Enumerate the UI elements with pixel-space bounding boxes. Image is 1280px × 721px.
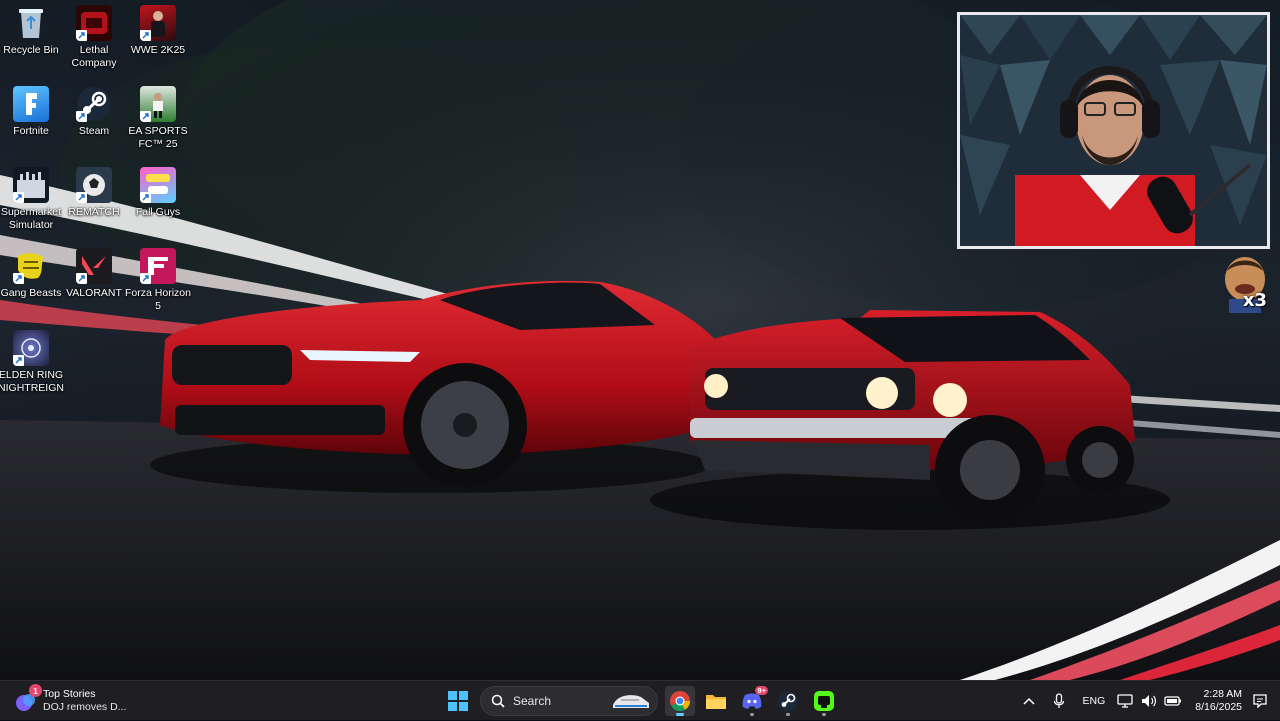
taskbar-center: Search 9+ (440, 685, 842, 717)
taskbar-app-streaming[interactable] (809, 686, 839, 716)
desktop-icon-label: Steam (78, 125, 110, 137)
clock-time: 2:28 AM (1203, 688, 1242, 700)
search-label: Search (513, 694, 552, 708)
notification-badge: 1 (29, 684, 42, 697)
taskbar-app-chrome[interactable] (665, 686, 695, 716)
desktop-icon-label: Supermarket Simulator (0, 206, 62, 231)
shortcut-arrow-icon (76, 30, 87, 41)
taskbar: 1 Top Stories DOJ removes D... Search 9+… (0, 680, 1280, 720)
desktop-icon-label: Fall Guys (135, 206, 181, 218)
discord-badge: 9+ (755, 686, 768, 695)
network-icon (1117, 694, 1133, 708)
volume-button[interactable] (1139, 691, 1159, 711)
battery-button[interactable] (1163, 691, 1183, 711)
gang-beasts-icon (13, 248, 49, 284)
steam-icon (778, 691, 798, 711)
desktop-icon-lethal-company[interactable]: Lethal Company (63, 0, 125, 70)
desktop-icon-gang-beasts[interactable]: Gang Beasts (0, 243, 62, 300)
desktop-icon-elden-ring[interactable]: ELDEN RING NIGHTREIGN (0, 325, 64, 395)
language-indicator[interactable]: ENG (1083, 695, 1106, 707)
desktop-icon-rematch[interactable]: REMATCH (63, 162, 125, 219)
desktop-icon-recycle-bin[interactable]: Recycle Bin (0, 0, 62, 57)
sticker-count: x3 (1242, 290, 1267, 311)
shortcut-arrow-icon (140, 273, 151, 284)
supermarket-simulator-icon (13, 167, 49, 203)
desktop-icon-supermarket-simulator[interactable]: Supermarket Simulator (0, 162, 62, 232)
desktop-icon-label: Lethal Company (71, 44, 117, 69)
desktop-icon-label: Gang Beasts (0, 287, 62, 299)
desktop-icon-label: Recycle Bin (3, 44, 59, 56)
desktop-icon-label: VALORANT (66, 287, 122, 299)
desktop-icon-label: Fortnite (13, 125, 49, 137)
speaker-icon (1142, 695, 1157, 707)
desktop-icon-wwe-2k25[interactable]: WWE 2K25 (127, 0, 189, 57)
start-button[interactable] (443, 686, 473, 716)
running-indicator (822, 713, 826, 716)
forza-horizon-icon (140, 248, 176, 284)
running-indicator (750, 713, 754, 716)
shortcut-arrow-icon (76, 111, 87, 122)
rematch-icon (76, 167, 112, 203)
desktop-icon-valorant[interactable]: VALORANT (63, 243, 125, 300)
desktop-icon-label: WWE 2K25 (130, 44, 186, 56)
webcam-overlay (957, 12, 1270, 249)
clock[interactable]: 2:28 AM 8/16/2025 (1195, 688, 1242, 714)
desktop-icon-label: Forza Horizon 5 (125, 287, 191, 312)
desktop-icon-label: EA SPORTS FC™ 25 (128, 125, 188, 150)
taskbar-app-steam[interactable] (773, 686, 803, 716)
system-tray: ENG 2:28 AM 8/16/2025 (1017, 681, 1280, 721)
notifications-button[interactable] (1250, 691, 1270, 711)
emote-sticker: x3 (1219, 253, 1271, 313)
news-widget[interactable]: 1 Top Stories DOJ removes D... (14, 684, 127, 717)
chrome-icon (670, 691, 691, 712)
taskbar-app-file-explorer[interactable] (701, 686, 731, 716)
search-highlight-icon (613, 695, 649, 708)
file-explorer-icon (706, 695, 726, 709)
desktop-icon-fortnite[interactable]: Fortnite (0, 81, 62, 138)
elden-ring-icon (13, 330, 49, 366)
news-headline: DOJ removes D... (43, 701, 127, 713)
desktop-icon-fall-guys[interactable]: Fall Guys (127, 162, 189, 219)
recycle-bin-icon (13, 5, 49, 41)
wwe-2k25-icon (140, 5, 176, 41)
desktop-icons: Recycle Bin Lethal Company WWE 2K25 Fort… (0, 0, 200, 420)
chevron-up-icon (1022, 697, 1035, 705)
microphone-button[interactable] (1049, 691, 1069, 711)
desktop-icon-label: ELDEN RING NIGHTREIGN (0, 369, 64, 394)
valorant-icon (76, 248, 112, 284)
notification-bell-icon (1253, 694, 1267, 708)
active-indicator (676, 713, 684, 716)
news-widget-icon: 1 (14, 684, 42, 713)
shortcut-arrow-icon (76, 273, 87, 284)
ea-sports-fc-icon (140, 86, 176, 122)
shortcut-arrow-icon (140, 192, 151, 203)
search-icon (491, 694, 505, 708)
taskbar-app-discord[interactable]: 9+ (737, 686, 768, 716)
shortcut-arrow-icon (13, 273, 24, 284)
desktop-icon-label: REMATCH (68, 206, 120, 218)
steam-icon (76, 86, 112, 122)
windows-start-icon (448, 691, 468, 711)
battery-icon (1164, 696, 1182, 706)
news-title: Top Stories (43, 688, 96, 700)
clock-date: 8/16/2025 (1195, 701, 1242, 713)
shortcut-arrow-icon (76, 192, 87, 203)
fortnite-icon (13, 86, 49, 122)
running-indicator (786, 713, 790, 716)
lethal-company-icon (76, 5, 112, 41)
taskbar-search[interactable]: Search (480, 686, 658, 716)
desktop-icon-steam[interactable]: Steam (63, 81, 125, 138)
network-button[interactable] (1115, 691, 1135, 711)
shortcut-arrow-icon (13, 355, 24, 366)
show-hidden-icons-button[interactable] (1019, 691, 1039, 711)
streaming-app-icon (814, 691, 834, 711)
shortcut-arrow-icon (13, 192, 24, 203)
shortcut-arrow-icon (140, 111, 151, 122)
desktop-icon-ea-sports-fc[interactable]: EA SPORTS FC™ 25 (127, 81, 189, 151)
shortcut-arrow-icon (140, 30, 151, 41)
microphone-icon (1053, 693, 1064, 708)
fall-guys-icon (140, 167, 176, 203)
desktop-icon-forza-horizon[interactable]: Forza Horizon 5 (125, 243, 191, 313)
